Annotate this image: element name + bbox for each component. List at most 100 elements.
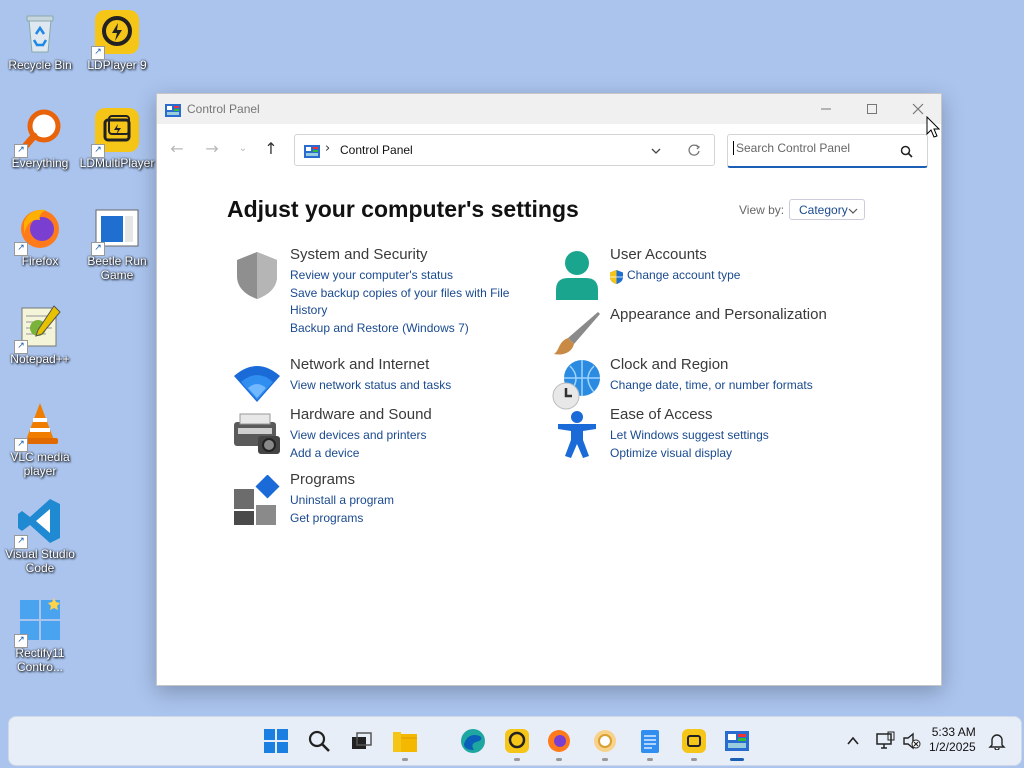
view-by-value: Category [799, 203, 848, 217]
desktop-icon-label: LDPlayer 9 [87, 58, 147, 72]
forward-button[interactable]: → [200, 136, 224, 160]
desktop-icon-rectify11[interactable]: ↗ Rectify11 Contro... [0, 596, 80, 674]
network-status-button[interactable] [871, 727, 899, 755]
control-panel-icon [725, 731, 749, 751]
up-button[interactable]: ↑ [259, 136, 283, 160]
desktop-icon-everything[interactable]: ↗ Everything [0, 106, 80, 170]
beetle-run-game-icon: ↗ [91, 204, 141, 256]
vscode-icon: ↗ [14, 497, 64, 549]
desktop-icon-label: Firefox [21, 254, 59, 268]
link-backup-restore[interactable]: Backup and Restore (Windows 7) [290, 320, 530, 337]
address-dropdown-button[interactable] [650, 142, 662, 161]
programs-icon [232, 474, 282, 525]
back-button[interactable]: ← [165, 136, 189, 160]
desktop-icon-ldplayer[interactable]: ↗ LDPlayer 9 [77, 8, 157, 72]
taskbar-file-explorer[interactable] [391, 727, 419, 761]
link-network-status[interactable]: View network status and tasks [290, 377, 530, 394]
monitor-network-icon [876, 731, 895, 749]
link-add-device[interactable]: Add a device [290, 445, 530, 462]
search-button[interactable] [900, 143, 913, 162]
desktop-icon-recycle-bin[interactable]: Recycle Bin [0, 8, 80, 72]
taskbar-search-button[interactable] [305, 727, 333, 755]
taskbar-control-panel[interactable] [723, 727, 751, 761]
refresh-button[interactable] [687, 142, 701, 161]
category-title[interactable]: Clock and Region [610, 356, 728, 373]
category-title[interactable]: Ease of Access [610, 406, 713, 423]
show-hidden-icons-button[interactable] [839, 727, 867, 755]
ldmultiplayer-icon [682, 729, 706, 753]
taskbar-ldmultiplayer[interactable] [680, 727, 708, 761]
volume-muted-icon [903, 732, 921, 750]
taskbar-firefox[interactable] [545, 727, 573, 761]
taskbar-edge[interactable] [459, 727, 487, 755]
vlc-cone-icon: ↗ [14, 400, 64, 452]
view-by-label: View by: [739, 203, 785, 217]
notepadpp-icon: ↗ [14, 302, 64, 354]
view-by-dropdown[interactable]: Category [789, 199, 865, 220]
breadcrumb[interactable]: Control Panel [340, 143, 413, 157]
desktop-icon-label: Notepad++ [10, 352, 70, 366]
link-uninstall-program[interactable]: Uninstall a program [290, 492, 530, 509]
start-button[interactable] [262, 727, 290, 755]
desktop-icon-ldmultiplayer[interactable]: ↗ LDMultiPlayer [77, 106, 157, 170]
link-date-time-formats[interactable]: Change date, time, or number formats [610, 377, 850, 394]
category-title[interactable]: Appearance and Personalization [610, 306, 827, 323]
desktop-icon-notepadpp[interactable]: ↗ Notepad++ [0, 302, 80, 366]
bell-icon [988, 734, 1006, 750]
category-title[interactable]: Hardware and Sound [290, 406, 432, 423]
edge-icon [461, 729, 485, 753]
category-title[interactable]: Programs [290, 471, 355, 488]
desktop-icon-label: VLC media player [10, 450, 70, 478]
navigation-bar: ← → ⌄ ↑ › Control Panel [157, 124, 941, 174]
link-get-programs[interactable]: Get programs [290, 510, 530, 527]
taskbar-app-sun[interactable] [591, 727, 619, 761]
link-devices-printers[interactable]: View devices and printers [290, 427, 530, 444]
link-file-history[interactable]: Save backup copies of your files with Fi… [290, 285, 520, 318]
notifications-button[interactable] [983, 727, 1011, 755]
link-change-account-type[interactable]: Change account type [610, 267, 850, 284]
chevron-down-icon [651, 148, 661, 154]
taskbar-ldplayer[interactable] [503, 727, 531, 761]
mouse-cursor-icon [926, 115, 941, 142]
category-title[interactable]: System and Security [290, 246, 428, 263]
desktop-icon-vscode[interactable]: ↗ Visual Studio Code [0, 497, 80, 575]
ldmultiplayer-icon: ↗ [91, 106, 141, 158]
desktop-icon-firefox[interactable]: ↗ Firefox [0, 204, 80, 268]
maximize-button[interactable] [849, 94, 895, 124]
chevron-down-icon: ⌄ [238, 142, 248, 154]
system-clock[interactable]: 5:33 AM 1/2/2025 [929, 725, 976, 755]
link-review-status[interactable]: Review your computer's status [290, 267, 530, 284]
address-bar[interactable]: › Control Panel [294, 134, 715, 166]
desktop-icon-beetle-run[interactable]: ↗ Beetle Run Game [77, 204, 157, 282]
clock-time: 5:33 AM [931, 725, 976, 739]
page-title: Adjust your computer's settings [227, 196, 579, 222]
desktop-icon-label: Rectify11 Contro... [15, 646, 65, 674]
control-panel-icon [304, 143, 320, 162]
minimize-button[interactable] [803, 94, 849, 124]
maximize-icon [867, 104, 877, 114]
search-input[interactable] [733, 141, 896, 155]
task-view-button[interactable] [347, 727, 375, 755]
link-suggest-settings[interactable]: Let Windows suggest settings [610, 427, 850, 444]
search-icon [308, 730, 330, 752]
firefox-icon: ↗ [14, 204, 64, 256]
ldplayer-icon [505, 729, 529, 753]
close-icon [912, 103, 924, 115]
desktop-icon-vlc[interactable]: ↗ VLC media player [0, 400, 80, 478]
volume-button[interactable] [897, 727, 925, 755]
desktop-icon-label: Visual Studio Code [5, 547, 75, 575]
category-title[interactable]: Network and Internet [290, 356, 429, 373]
link-optimize-display[interactable]: Optimize visual display [610, 445, 850, 462]
sun-app-icon [594, 730, 616, 752]
recent-locations-button[interactable]: ⌄ [231, 136, 255, 160]
minimize-icon [821, 108, 831, 110]
category-title[interactable]: User Accounts [610, 246, 707, 263]
everything-search-icon: ↗ [14, 106, 64, 158]
taskbar-notepad[interactable] [636, 727, 664, 761]
printer-icon [232, 410, 282, 460]
control-panel-icon [165, 102, 181, 121]
breadcrumb-separator: › [325, 141, 331, 156]
arrow-up-icon: ↑ [264, 138, 278, 158]
desktop-icon-label: Beetle Run Game [87, 254, 147, 282]
title-bar[interactable]: Control Panel [157, 94, 941, 124]
